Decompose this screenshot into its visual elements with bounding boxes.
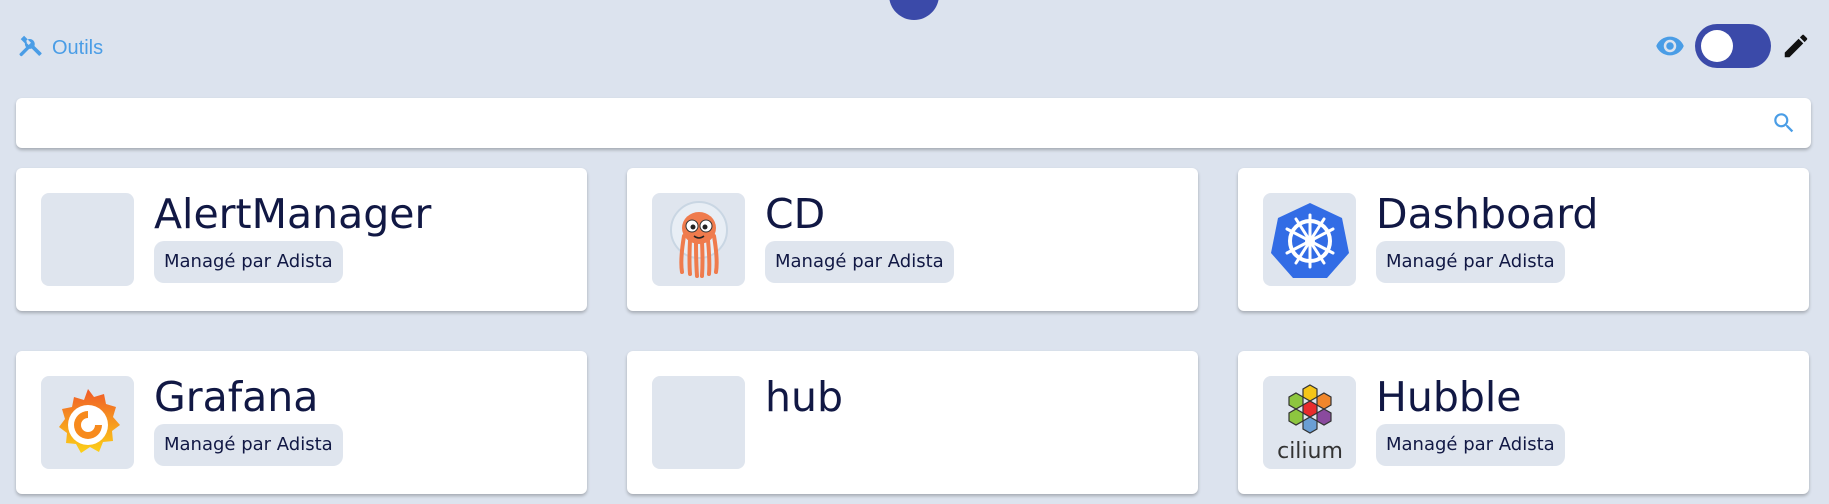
- empty-icon: [41, 193, 134, 286]
- kubernetes-icon: [1263, 193, 1356, 286]
- app-title: Grafana: [154, 373, 319, 421]
- search-bar: [16, 98, 1811, 150]
- cilium-wordmark: cilium: [1277, 439, 1343, 464]
- eye-icon[interactable]: [1655, 31, 1685, 61]
- grafana-icon: [41, 376, 134, 469]
- search-input[interactable]: [30, 98, 1754, 150]
- managed-badge: Managé par Adista: [765, 241, 954, 283]
- app-grid: AlertManager Managé par Adista CD Managé…: [16, 168, 1809, 494]
- managed-badge: Managé par Adista: [1376, 241, 1565, 283]
- edit-mode-toggle[interactable]: [1695, 24, 1771, 68]
- search-icon[interactable]: [1771, 110, 1797, 136]
- header: Outils: [0, 0, 1829, 92]
- toggle-knob: [1701, 30, 1733, 62]
- app-card-hub[interactable]: hub: [627, 351, 1198, 494]
- managed-badge: Managé par Adista: [1376, 424, 1565, 466]
- app-title: CD: [765, 190, 826, 238]
- managed-badge: Managé par Adista: [154, 424, 343, 466]
- app-title: Hubble: [1376, 373, 1522, 421]
- app-card-grafana[interactable]: Grafana Managé par Adista: [16, 351, 587, 494]
- tools-label: Outils: [52, 37, 104, 59]
- pencil-icon[interactable]: [1781, 31, 1811, 61]
- app-card-alertmanager[interactable]: AlertManager Managé par Adista: [16, 168, 587, 311]
- argo-icon: [652, 193, 745, 286]
- app-title: AlertManager: [154, 190, 432, 238]
- app-card-cd[interactable]: CD Managé par Adista: [627, 168, 1198, 311]
- managed-badge: Managé par Adista: [154, 241, 343, 283]
- page: Outils AlertManager Managé par Adista CD…: [0, 0, 1829, 504]
- app-title: Dashboard: [1376, 190, 1599, 238]
- app-card-hubble[interactable]: cilium Hubble Managé par Adista: [1238, 351, 1809, 494]
- tools-link[interactable]: Outils: [17, 32, 103, 65]
- cilium-icon: cilium: [1263, 376, 1356, 469]
- app-card-dashboard[interactable]: Dashboard Managé par Adista: [1238, 168, 1809, 311]
- tools-icon: [17, 32, 44, 65]
- header-actions: [1655, 24, 1811, 68]
- empty-icon: [652, 376, 745, 469]
- app-title: hub: [765, 373, 843, 421]
